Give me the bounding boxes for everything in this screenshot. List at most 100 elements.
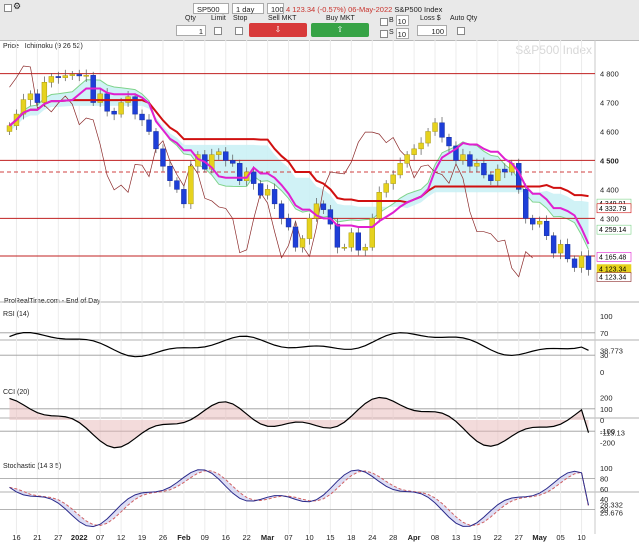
x-tick-label: 05 bbox=[556, 533, 564, 542]
x-tick-label: 09 bbox=[201, 533, 209, 542]
x-tick-label: 22 bbox=[494, 533, 502, 542]
x-tick-label: 18 bbox=[347, 533, 355, 542]
candle-body bbox=[292, 226, 299, 248]
chart-canvas[interactable]: S&P500 Index 16 21 27 2022 07 12 19 26 Feb 09 16 22… bbox=[0, 40, 639, 544]
link-icon[interactable] bbox=[4, 4, 12, 12]
candle-body bbox=[97, 93, 103, 103]
buy-radio[interactable] bbox=[380, 18, 388, 26]
candle-body bbox=[306, 218, 313, 239]
candle-body bbox=[481, 163, 487, 176]
candle-body bbox=[188, 165, 194, 205]
x-tick-label: 19 bbox=[138, 533, 146, 542]
qty-spinner-top[interactable]: 10 bbox=[396, 15, 409, 26]
candle-body bbox=[571, 258, 578, 268]
sell-radio[interactable] bbox=[380, 30, 388, 38]
candle-body bbox=[216, 151, 222, 155]
price-label: 4 165.48 bbox=[599, 254, 626, 261]
candle-body bbox=[550, 235, 557, 254]
price-axis-tick: 4 300 bbox=[600, 214, 619, 223]
limit-label: Limit bbox=[211, 15, 226, 22]
candle-body bbox=[439, 122, 445, 138]
candle-body bbox=[341, 247, 348, 249]
price-label: 4 123.34 bbox=[599, 275, 626, 282]
x-tick-label: 16 bbox=[12, 533, 20, 542]
qty-label: Qty bbox=[185, 15, 196, 22]
x-tick-label: 07 bbox=[96, 533, 104, 542]
buy-label: Buy MKT bbox=[326, 15, 355, 22]
loss-input[interactable]: 100 bbox=[417, 25, 447, 36]
candle-body bbox=[167, 165, 173, 181]
candle-body bbox=[55, 76, 62, 78]
stoch-axis-tick: 80 bbox=[600, 474, 608, 483]
cci-axis-tick: 0 bbox=[600, 416, 604, 425]
candle-body bbox=[264, 189, 271, 196]
price-axis-tick: 4 600 bbox=[600, 127, 619, 136]
candle-body bbox=[564, 244, 571, 260]
limit-checkbox[interactable] bbox=[214, 27, 222, 35]
buy-radio-label: B bbox=[389, 17, 394, 24]
candle-body bbox=[578, 255, 585, 268]
candle-body bbox=[523, 189, 529, 219]
candle-body bbox=[334, 223, 341, 248]
candle-body bbox=[383, 183, 389, 193]
rsi-axis-tick: 0 bbox=[600, 368, 604, 377]
cci-axis-tick: -200 bbox=[600, 438, 615, 447]
x-tick-label: 08 bbox=[431, 533, 439, 542]
candle-body bbox=[27, 93, 34, 100]
candle-body bbox=[230, 160, 236, 164]
chart-watermark: S&P500 Index bbox=[515, 43, 592, 57]
candle-body bbox=[83, 75, 89, 77]
qty-spinner-bottom[interactable]: 10 bbox=[396, 28, 409, 39]
candle-body bbox=[467, 154, 473, 167]
candle-body bbox=[69, 74, 75, 76]
x-tick-label: 26 bbox=[159, 533, 167, 542]
candle-body bbox=[432, 122, 438, 132]
candle-body bbox=[460, 154, 466, 161]
candle-body bbox=[6, 125, 13, 132]
candle-body bbox=[118, 102, 124, 115]
qty-input[interactable]: 1 bbox=[176, 25, 206, 36]
x-tick-label: 16 bbox=[222, 533, 230, 542]
candle-body bbox=[369, 218, 375, 248]
x-tick-label: 24 bbox=[368, 533, 376, 542]
candle-body bbox=[285, 218, 292, 228]
candle-body bbox=[557, 244, 564, 254]
buy-mkt-button[interactable]: ⇧ bbox=[311, 23, 369, 37]
x-tick-label: 28 bbox=[389, 533, 397, 542]
x-tick-label: Apr bbox=[408, 533, 421, 542]
candle-body bbox=[376, 192, 382, 219]
units-select[interactable]: 100 units bbox=[267, 3, 284, 14]
stop-checkbox[interactable] bbox=[235, 27, 243, 35]
x-tick-label: 07 bbox=[284, 533, 292, 542]
symbol-select[interactable]: SP500 bbox=[193, 3, 229, 14]
candle-body bbox=[543, 220, 550, 236]
stoch-axis-tick: 100 bbox=[600, 464, 613, 473]
stoch-d-line bbox=[9, 470, 590, 527]
candle-body bbox=[111, 110, 117, 115]
candle-body bbox=[404, 154, 410, 164]
candle-body bbox=[271, 189, 278, 205]
candle-body bbox=[76, 74, 82, 77]
x-tick-label: May bbox=[532, 533, 547, 542]
candle-body bbox=[278, 203, 285, 219]
price-label: 4 259.14 bbox=[599, 227, 626, 234]
candle-body bbox=[397, 163, 403, 176]
candle-body bbox=[411, 148, 417, 155]
stoch-d-value: 25.676 bbox=[600, 509, 623, 518]
auto-qty-label: Auto Qty bbox=[450, 15, 478, 22]
sell-mkt-button[interactable]: ⇩ bbox=[249, 23, 307, 37]
price-label: 4 332.79 bbox=[599, 206, 626, 213]
x-tick-label: 10 bbox=[577, 533, 585, 542]
price-axis-tick: 4 400 bbox=[600, 185, 619, 194]
interval-select[interactable]: 1 day bbox=[232, 3, 264, 14]
rsi-line bbox=[9, 332, 589, 358]
x-tick-label: 22 bbox=[243, 533, 251, 542]
candle-body bbox=[223, 151, 229, 161]
cci-axis-tick: 200 bbox=[600, 394, 613, 403]
settings-icon[interactable]: ⚙ bbox=[13, 1, 21, 12]
candle-body bbox=[502, 168, 508, 173]
auto-qty-checkbox[interactable] bbox=[457, 27, 465, 35]
rsi-axis-tick: 100 bbox=[600, 312, 613, 321]
candle-body bbox=[585, 255, 592, 270]
candle-body bbox=[536, 220, 543, 225]
